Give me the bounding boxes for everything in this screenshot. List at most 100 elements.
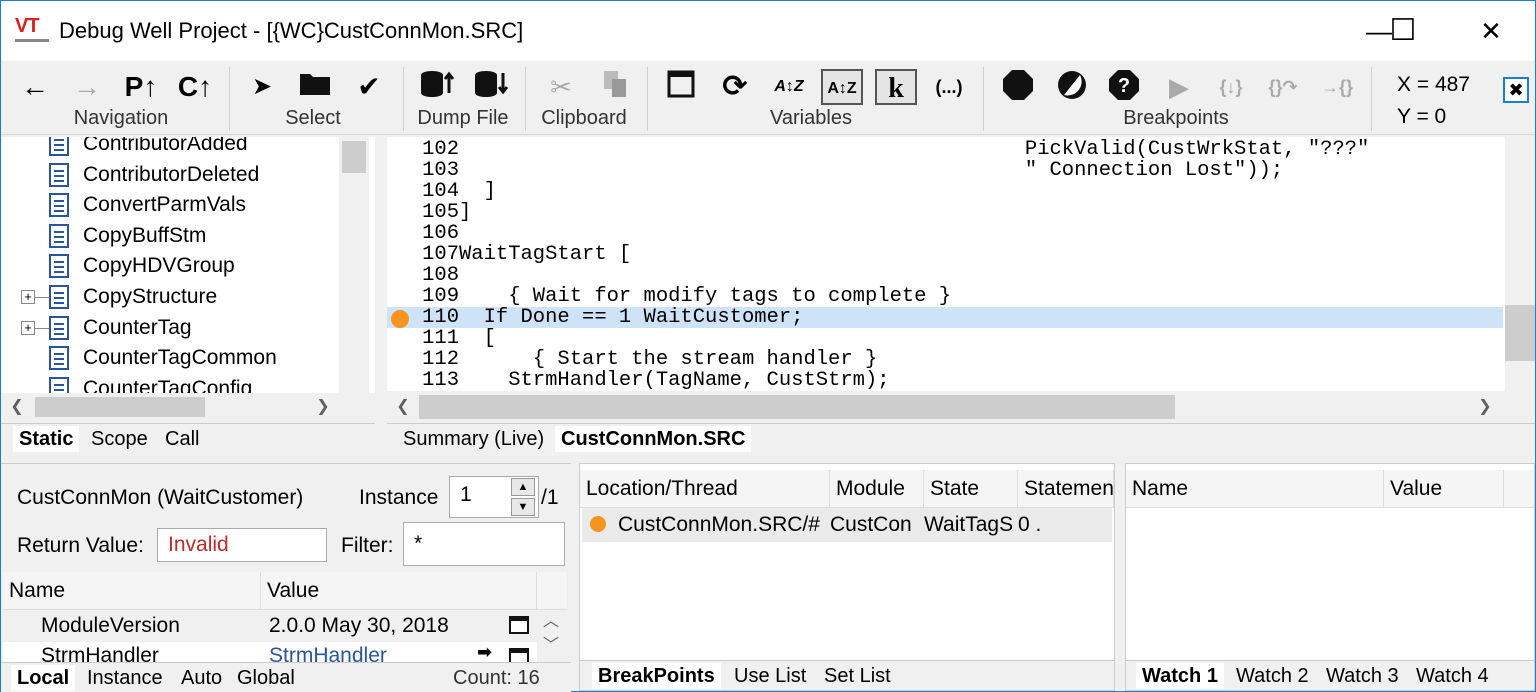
column-header-value[interactable]: Value (1384, 470, 1504, 508)
column-header-name[interactable]: Name (1126, 470, 1384, 508)
scroll-thumb[interactable] (342, 141, 366, 173)
column-header-state[interactable]: State (924, 470, 1018, 508)
tab-watch-1[interactable]: Watch 1 (1136, 663, 1224, 689)
caller-trace-button[interactable]: C↑ (173, 69, 217, 105)
run-icon[interactable]: ▶ (1161, 69, 1197, 105)
dump-upload-icon[interactable] (417, 69, 457, 105)
tree-item[interactable]: CounterTagCommon (49, 343, 277, 373)
expression-icon[interactable]: (...) (927, 69, 971, 105)
stepper-down-icon[interactable]: ▼ (511, 498, 535, 516)
sort-za-toggle-icon[interactable]: A↕Z (821, 69, 863, 105)
forward-arrow-icon[interactable]: → (67, 69, 107, 105)
filter-input[interactable]: * (403, 522, 565, 566)
tab-summary-live[interactable]: Summary (Live) (397, 426, 550, 452)
tree-item[interactable]: ConvertParmVals (49, 190, 246, 220)
code-line[interactable]: 109 { Wait for modify tags to complete } (387, 286, 1503, 307)
code-line[interactable]: 104 ] (387, 181, 1503, 202)
tree-item[interactable]: + CounterTag (21, 313, 192, 343)
tab-instance[interactable]: Instance (81, 665, 169, 691)
stepper-up-icon[interactable]: ▲ (511, 478, 535, 496)
table-row[interactable]: StrmHandler StrmHandler ➡ (3, 642, 537, 662)
tab-global[interactable]: Global (231, 665, 301, 691)
tab-local[interactable]: Local (11, 665, 76, 691)
breakpoint-set-icon[interactable] (999, 69, 1037, 105)
tree-item[interactable]: CopyHDVGroup (49, 251, 235, 281)
tree-item[interactable]: CounterTagConfig (49, 374, 252, 393)
column-header-location[interactable]: Location/Thread (580, 470, 830, 508)
locals-vertical-scrollbar[interactable]: ︿ ﹀ (537, 610, 567, 662)
code-line[interactable]: 112 { Start the stream handler } (387, 349, 1503, 370)
scroll-up-icon[interactable]: ︿ (539, 610, 563, 634)
tree-item[interactable]: ContributorAdded (49, 137, 248, 159)
tab-custconnmon-src[interactable]: CustConnMon.SRC (555, 426, 752, 452)
source-code-view[interactable]: 102 PickValid(CustWrkStat, "???" 103 " Co… (387, 137, 1505, 391)
breakpoint-condition-icon[interactable]: ? (1105, 69, 1143, 105)
code-line[interactable]: 107WaitTagStart [ (387, 244, 1503, 265)
inspect-window-icon[interactable] (509, 616, 529, 634)
inspect-window-icon[interactable] (509, 648, 529, 662)
tree-vertical-scrollbar[interactable] (339, 137, 369, 393)
code-line[interactable]: 113 StrmHandler(TagName, CustStrm); (387, 370, 1503, 391)
tab-breakpoints[interactable]: BreakPoints (592, 663, 721, 689)
column-header-module[interactable]: Module (830, 470, 924, 508)
open-folder-icon[interactable] (297, 69, 333, 105)
tab-call[interactable]: Call (159, 426, 205, 452)
dump-download-icon[interactable] (471, 69, 511, 105)
table-row[interactable]: CustConnMon.SRC/# CustCon WaitTagS 0 . (582, 508, 1112, 542)
table-row[interactable]: ModuleVersion 2.0.0 May 30, 2018 (3, 610, 537, 642)
step-over-icon[interactable]: {}↷ (1265, 69, 1301, 105)
step-into-icon[interactable]: {↓} (1213, 69, 1249, 105)
tree-horizontal-scrollbar[interactable]: ❮ ❯ (1, 393, 375, 421)
expand-icon[interactable]: + (21, 290, 35, 304)
scroll-right-icon[interactable]: ❯ (311, 393, 335, 421)
close-window-button[interactable]: ✕ (1471, 13, 1511, 49)
breakpoint-toggle-icon[interactable] (1053, 69, 1091, 105)
column-header-value[interactable]: Value (261, 572, 537, 610)
back-arrow-icon[interactable]: ← (15, 69, 55, 105)
window-frame-icon[interactable] (663, 69, 699, 105)
tab-watch-4[interactable]: Watch 4 (1410, 663, 1495, 689)
maximize-button[interactable]: ☐ (1383, 13, 1423, 49)
tree-item[interactable]: CopyBuffStm (49, 221, 206, 251)
tree-item[interactable]: + CopyStructure (21, 282, 217, 312)
column-header-statement[interactable]: Statemen (1018, 470, 1114, 508)
cut-icon[interactable]: ✂ (541, 69, 581, 105)
tree-item[interactable]: ContributorDeleted (49, 160, 259, 190)
tab-watch-3[interactable]: Watch 3 (1320, 663, 1405, 689)
code-line[interactable]: 103 " Connection Lost")); (387, 160, 1503, 181)
code-line[interactable]: 110 If Done == 1 WaitCustomer; (387, 307, 1503, 328)
expand-icon[interactable]: + (21, 320, 35, 335)
scroll-right-icon[interactable]: ❯ (1473, 393, 1497, 421)
scroll-thumb[interactable] (1505, 305, 1535, 361)
check-icon[interactable]: ✔ (351, 69, 387, 105)
column-header-name[interactable]: Name (3, 572, 261, 610)
tab-use-list[interactable]: Use List (728, 663, 812, 689)
code-line[interactable]: 105] (387, 202, 1503, 223)
tab-scope[interactable]: Scope (85, 426, 154, 452)
tab-set-list[interactable]: Set List (818, 663, 897, 689)
select-pointer-icon[interactable]: ➤ (247, 69, 277, 105)
scroll-down-icon[interactable]: ﹀ (539, 634, 563, 658)
code-line[interactable]: 111 [ (387, 328, 1503, 349)
scroll-left-icon[interactable]: ❮ (391, 393, 415, 421)
scroll-thumb[interactable] (35, 397, 205, 417)
breakpoint-marker-icon[interactable] (391, 310, 409, 328)
step-out-icon[interactable]: →{} (1317, 69, 1357, 105)
scroll-thumb[interactable] (419, 395, 1175, 419)
parent-trace-button[interactable]: P↑ (119, 69, 163, 105)
tab-auto[interactable]: Auto (175, 665, 228, 691)
pane-close-icon[interactable]: ✖ (1503, 77, 1529, 103)
tab-static[interactable]: Static (13, 426, 80, 452)
code-line[interactable]: 102 PickValid(CustWrkStat, "???" (387, 139, 1503, 160)
code-vertical-scrollbar[interactable] (1505, 137, 1535, 393)
scroll-left-icon[interactable]: ❮ (5, 393, 29, 421)
tab-watch-2[interactable]: Watch 2 (1230, 663, 1315, 689)
goto-arrow-icon[interactable]: ➡ (477, 642, 492, 662)
copy-icon[interactable] (595, 69, 635, 105)
constant-k-icon[interactable]: k (875, 69, 917, 105)
refresh-icon[interactable]: ⟳ (717, 69, 753, 105)
sort-az-icon[interactable]: A↕Z (769, 69, 809, 105)
code-line[interactable]: 108 (387, 265, 1503, 286)
code-horizontal-scrollbar[interactable]: ❮ ❯ (387, 393, 1535, 421)
code-line[interactable]: 106 (387, 223, 1503, 244)
